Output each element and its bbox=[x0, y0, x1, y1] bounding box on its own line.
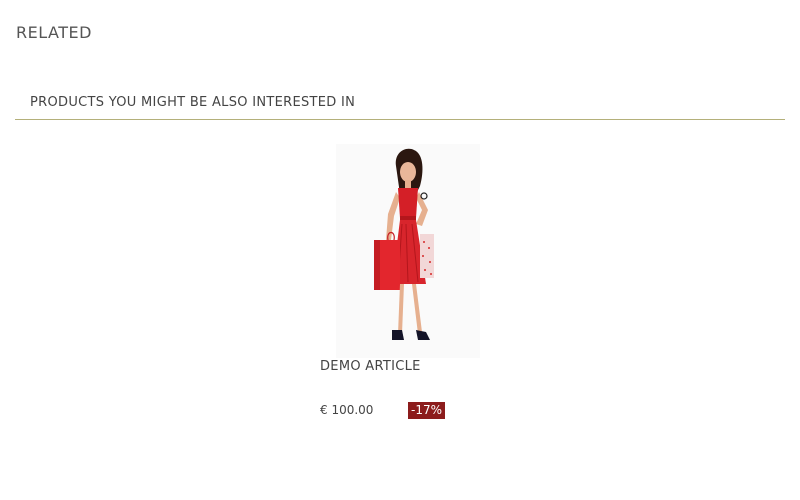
product-price: € 100.00 bbox=[320, 403, 374, 417]
related-products-page: RELATED PRODUCTS YOU MIGHT BE ALSO INTER… bbox=[0, 0, 800, 500]
product-name-link[interactable]: DEMO ARTICLE bbox=[320, 359, 421, 374]
page-title: RELATED bbox=[16, 23, 92, 42]
section-header: PRODUCTS YOU MIGHT BE ALSO INTERESTED IN bbox=[15, 94, 785, 120]
section-title: PRODUCTS YOU MIGHT BE ALSO INTERESTED IN bbox=[30, 95, 356, 110]
product-image[interactable] bbox=[336, 144, 480, 358]
product-card[interactable]: DEMO ARTICLE € 100.00 -17% bbox=[320, 144, 480, 434]
discount-badge: -17% bbox=[408, 402, 446, 419]
